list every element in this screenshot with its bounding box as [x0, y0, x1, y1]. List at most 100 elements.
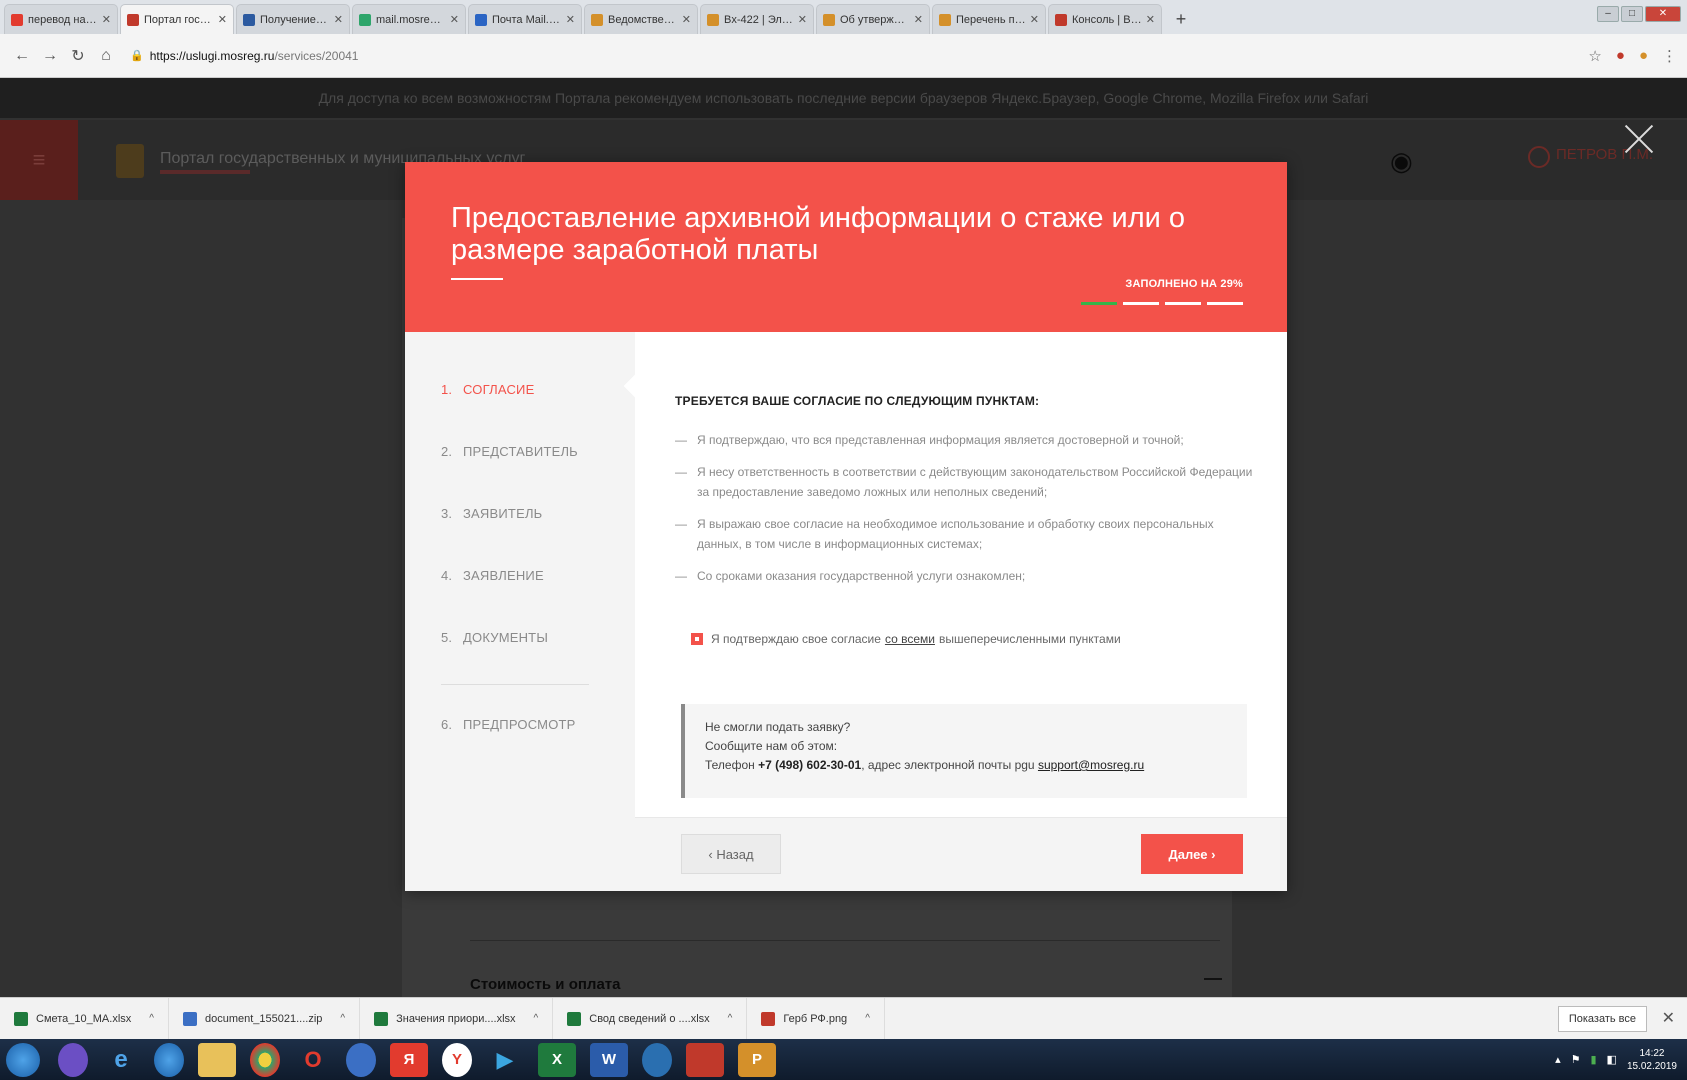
- excel-icon[interactable]: X: [538, 1042, 576, 1077]
- tab-close-icon[interactable]: ✕: [450, 13, 459, 26]
- terms-list: — Я подтверждаю, что вся представленная и…: [675, 430, 1255, 598]
- consent-content: ТРЕБУЕТСЯ ВАШЕ СОГЛАСИЕ ПО СЛЕДУЮЩИМ ПУН…: [635, 332, 1287, 817]
- browser-tab[interactable]: Ведомственная от ✕: [584, 4, 698, 34]
- url-path: /services/20041: [274, 48, 359, 63]
- url-host: https://uslugi.mosreg.ru: [149, 48, 275, 63]
- consent-checkbox-row[interactable]: Я подтверждаю свое согласие со всеми выш…: [691, 632, 1121, 646]
- sound-icon[interactable]: ◧: [1607, 1053, 1617, 1066]
- tab-close-icon[interactable]: ✕: [334, 13, 343, 26]
- download-item[interactable]: Свод сведений о ....xlsx ^: [553, 997, 748, 1040]
- tray-arrow-icon[interactable]: ▴: [1555, 1053, 1561, 1066]
- media-player-icon[interactable]: ▶: [486, 1043, 524, 1077]
- tab-close-icon[interactable]: ✕: [1030, 13, 1039, 26]
- show-all-downloads-button[interactable]: Показать все: [1557, 1006, 1647, 1032]
- clock-date: 15.02.2019: [1626, 1060, 1677, 1072]
- agree-link[interactable]: со всеми: [885, 632, 935, 646]
- alice-icon[interactable]: [58, 1042, 88, 1077]
- ie-icon[interactable]: e: [102, 1043, 140, 1077]
- file-icon: [761, 1011, 776, 1026]
- tab-close-icon[interactable]: ✕: [682, 13, 691, 26]
- tab-close-icon[interactable]: ✕: [566, 13, 575, 26]
- close-modal-icon[interactable]: [1624, 124, 1654, 154]
- extension-icon[interactable]: ●: [1616, 47, 1625, 64]
- globe-icon[interactable]: [154, 1042, 184, 1077]
- profile-icon[interactable]: ●: [1639, 47, 1648, 64]
- clock[interactable]: 14:22 15.02.2019: [1627, 1047, 1677, 1073]
- tab-strip: перевод на англ о✕Портал государств✕Полу…: [4, 4, 1164, 34]
- tab-favicon-icon: [243, 13, 255, 26]
- progress-label: ЗАПОЛНЕНО НА 29%: [1125, 278, 1243, 290]
- hamburger-menu-icon[interactable]: ≡: [0, 120, 78, 200]
- network-icon[interactable]: ▮: [1590, 1053, 1596, 1066]
- browser-tab[interactable]: Перечень процед ✕: [932, 4, 1046, 34]
- tab-close-icon[interactable]: ✕: [798, 13, 807, 26]
- browser-tab[interactable]: Получение справ ✕: [236, 4, 350, 34]
- forward-arrow-icon[interactable]: →: [38, 44, 62, 68]
- bookmark-star-icon[interactable]: ☆: [1588, 47, 1601, 65]
- opera-icon[interactable]: O: [294, 1043, 332, 1077]
- reload-icon[interactable]: ↻: [66, 44, 90, 68]
- url-field[interactable]: 🔒 https://uslugi.mosreg.ru/services/2004…: [130, 49, 1588, 63]
- accessibility-eye-icon[interactable]: ◉: [1390, 146, 1413, 177]
- yandex-browser-icon[interactable]: Y: [442, 1042, 472, 1077]
- caret-up-icon[interactable]: ^: [865, 1013, 870, 1024]
- term-item: — Я подтверждаю, что вся представленная и…: [675, 430, 1255, 450]
- browser-tab[interactable]: Портал государств ✕: [120, 4, 234, 34]
- back-button[interactable]: ‹ Назад: [681, 834, 781, 874]
- paint-icon[interactable]: P: [738, 1042, 776, 1077]
- tab-title: Перечень процед: [956, 13, 1026, 26]
- browser-tab[interactable]: Bx-422 | Электрон ✕: [700, 4, 814, 34]
- tab-close-icon[interactable]: ✕: [1146, 13, 1155, 26]
- chrome-icon[interactable]: [250, 1042, 280, 1077]
- caret-up-icon[interactable]: ^: [340, 1013, 345, 1024]
- tab-title: mail.mosreg.ru - (2): [376, 13, 446, 26]
- support-email-link[interactable]: support@mosreg.ru: [1038, 758, 1144, 772]
- step-item[interactable]: 6. ПРЕДПРОСМОТР: [441, 717, 589, 779]
- yandex-icon[interactable]: Я: [390, 1042, 428, 1077]
- maximize-icon[interactable]: □: [1621, 6, 1643, 22]
- download-item[interactable]: Значения приори....xlsx ^: [360, 997, 554, 1040]
- users-icon[interactable]: [642, 1042, 672, 1077]
- explorer-icon[interactable]: [198, 1042, 236, 1077]
- browser-tab[interactable]: Почта Mail.Ru ✕: [468, 4, 582, 34]
- next-button[interactable]: Далее ›: [1141, 834, 1243, 874]
- app-icon[interactable]: [346, 1042, 376, 1077]
- tab-close-icon[interactable]: ✕: [914, 13, 923, 26]
- minimize-icon[interactable]: –: [1597, 6, 1619, 22]
- step-item[interactable]: 2. ПРЕДСТАВИТЕЛЬ: [441, 444, 589, 506]
- browser-tab[interactable]: mail.mosreg.ru - (2) ✕: [352, 4, 466, 34]
- download-filename: Герб РФ.png: [783, 1012, 848, 1025]
- download-item[interactable]: Смета_10_МА.xlsx ^: [0, 997, 169, 1040]
- step-item[interactable]: 1. СОГЛАСИЕ: [441, 382, 589, 444]
- user-icon[interactable]: [1528, 146, 1550, 168]
- download-filename: Свод сведений о ....xlsx: [589, 1012, 710, 1025]
- back-arrow-icon[interactable]: ←: [10, 44, 34, 68]
- browser-tab[interactable]: Об утверждении т ✕: [816, 4, 930, 34]
- caret-up-icon[interactable]: ^: [149, 1013, 154, 1024]
- word-icon[interactable]: W: [590, 1042, 628, 1077]
- close-downloads-icon[interactable]: ✕: [1662, 1008, 1675, 1028]
- step-item[interactable]: 4. ЗАЯВЛЕНИЕ: [441, 568, 589, 630]
- step-label: ПРЕДСТАВИТЕЛЬ: [463, 444, 578, 459]
- progress-segment: [1207, 302, 1243, 305]
- new-tab-button[interactable]: +: [1168, 6, 1194, 32]
- app-red-icon[interactable]: [686, 1042, 724, 1077]
- menu-dots-icon[interactable]: ⋮: [1662, 47, 1677, 65]
- browser-tab[interactable]: Консоль | Вопрос ✕: [1048, 4, 1162, 34]
- step-item[interactable]: 5. ДОКУМЕНТЫ: [441, 630, 589, 692]
- start-button-icon[interactable]: [6, 1042, 40, 1077]
- tab-close-icon[interactable]: ✕: [218, 13, 227, 26]
- help-line-1: Не смогли подать заявку?: [705, 720, 851, 734]
- browser-tab[interactable]: перевод на англ о ✕: [4, 4, 118, 34]
- close-window-icon[interactable]: ✕: [1645, 6, 1681, 22]
- consent-checkbox[interactable]: [691, 633, 703, 645]
- file-icon: [182, 1011, 197, 1026]
- step-item[interactable]: 3. ЗАЯВИТЕЛЬ: [441, 506, 589, 568]
- flag-icon[interactable]: ⚑: [1571, 1053, 1581, 1066]
- caret-up-icon[interactable]: ^: [728, 1013, 733, 1024]
- download-item[interactable]: document_155021....zip ^: [169, 997, 361, 1040]
- home-icon[interactable]: ⌂: [94, 44, 118, 68]
- tab-close-icon[interactable]: ✕: [102, 13, 111, 26]
- download-item[interactable]: Герб РФ.png ^: [747, 997, 885, 1040]
- caret-up-icon[interactable]: ^: [534, 1013, 539, 1024]
